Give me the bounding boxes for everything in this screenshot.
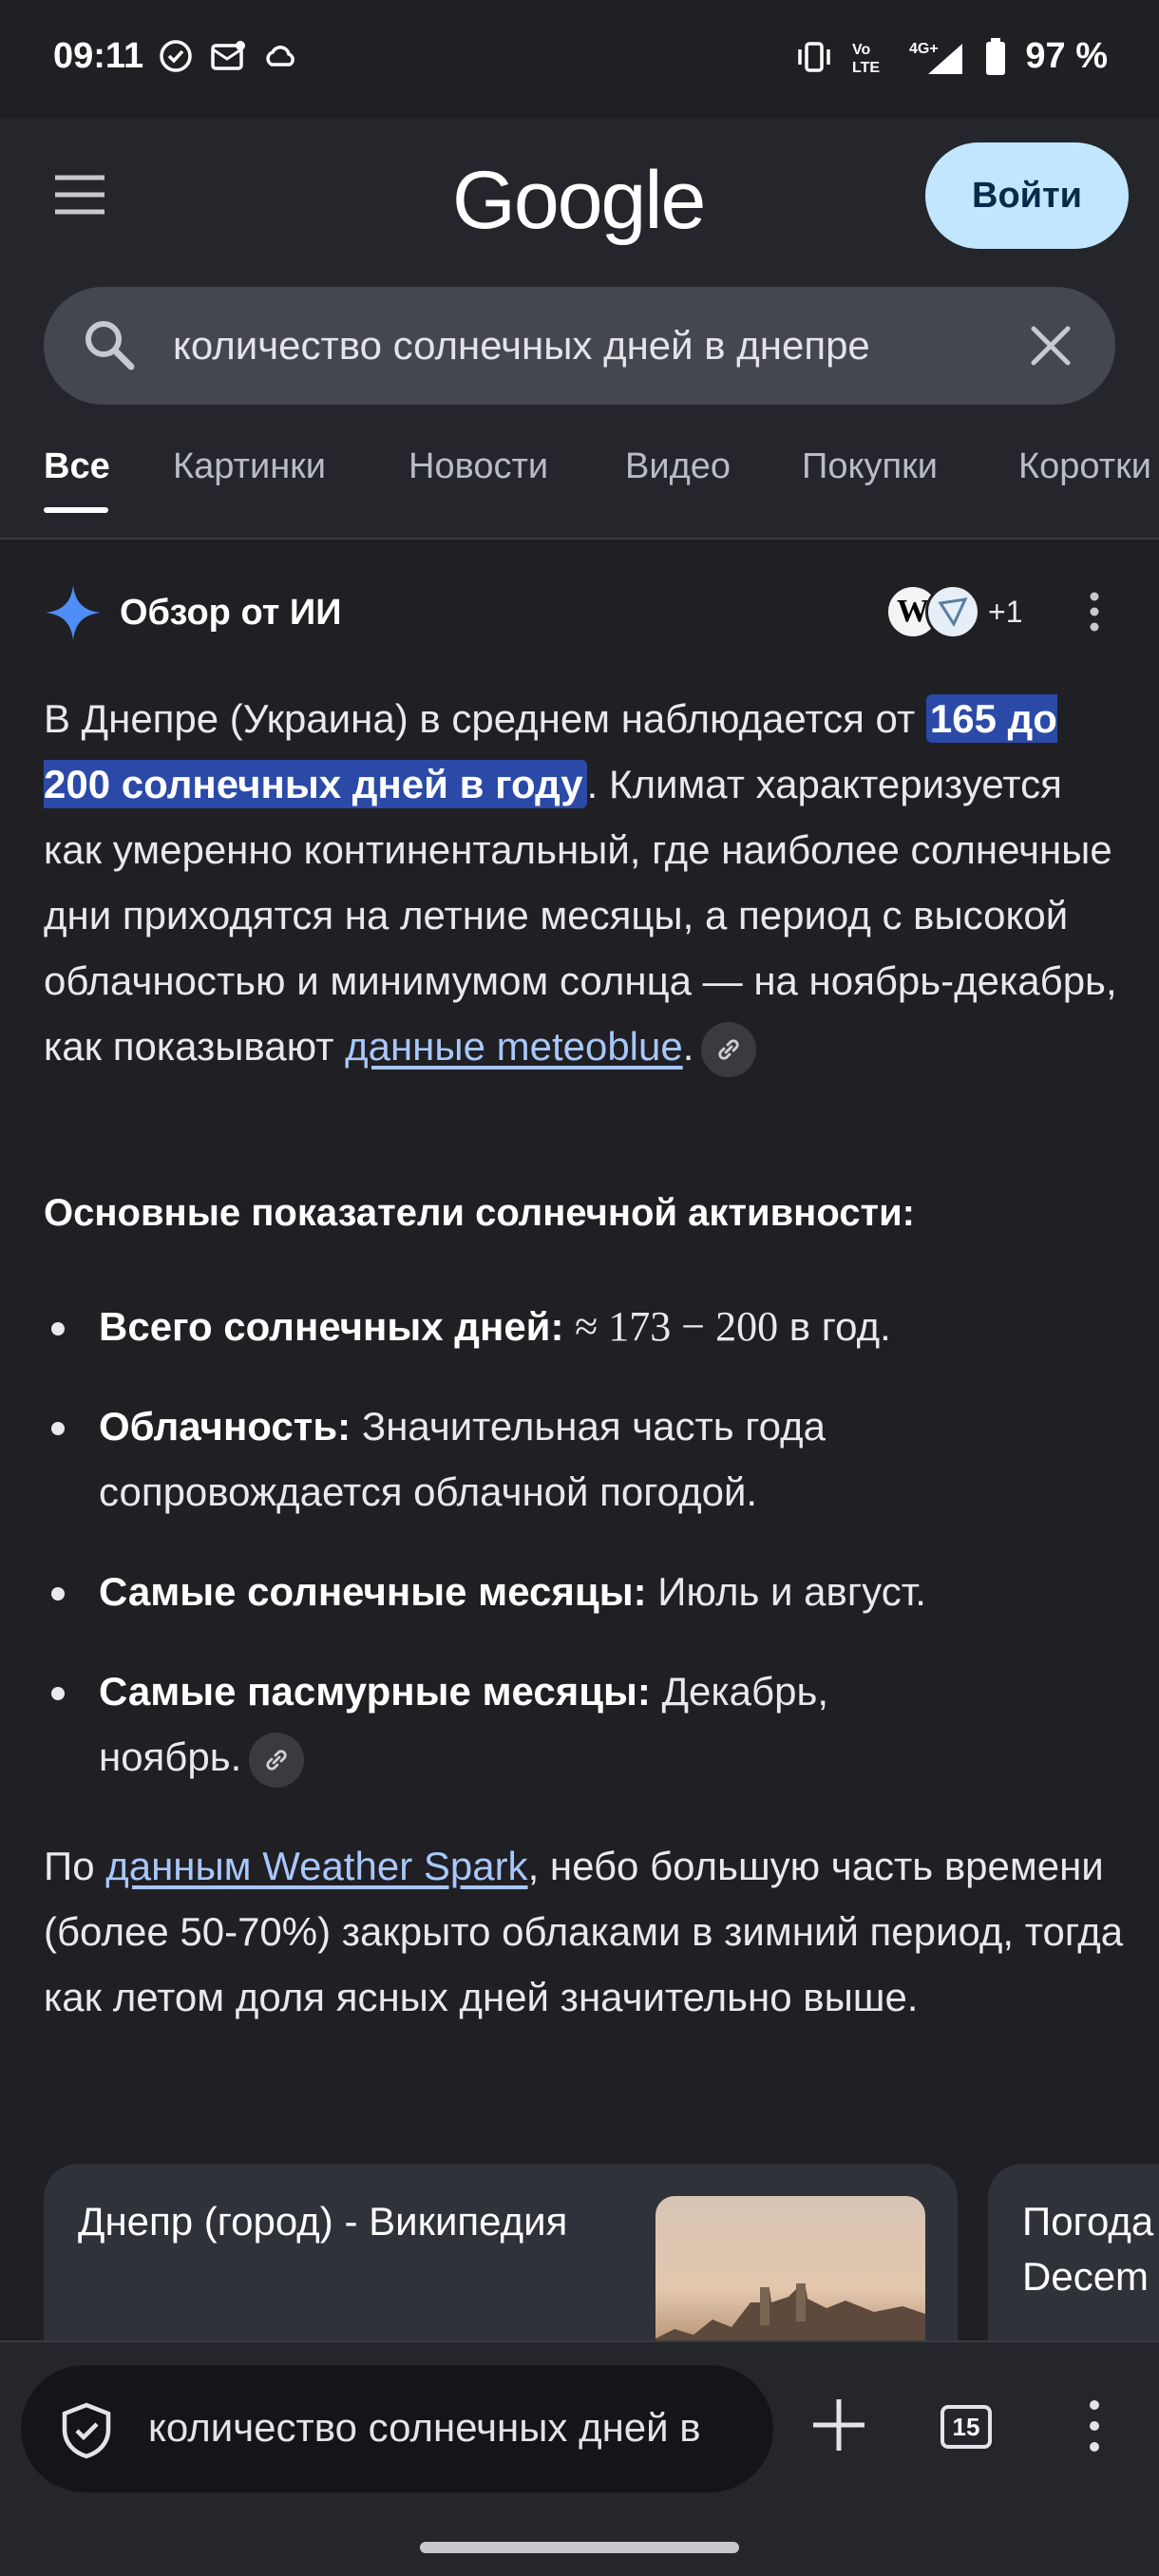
browser-menu-icon[interactable] — [1087, 2397, 1102, 2454]
cloud-icon — [266, 46, 294, 66]
bullet-dot — [51, 1587, 65, 1601]
google-logo[interactable]: Google — [452, 154, 706, 248]
para2-text: По — [44, 1844, 106, 1888]
link-icon[interactable] — [249, 1732, 305, 1788]
volte-icon: Vo LTE — [852, 42, 880, 76]
meteoblue-link[interactable]: данные meteoblue — [345, 1024, 683, 1069]
bullet-dot — [51, 1687, 65, 1700]
browser-bottom-bar: количество солнечных дней в 15 — [0, 2340, 1159, 2576]
source-card-weather[interactable]: Погода Decem — [988, 2164, 1159, 2340]
clear-icon[interactable] — [1028, 323, 1074, 369]
search-box[interactable]: количество солнечных дней в днепре — [44, 287, 1115, 405]
weather-source-icon — [925, 584, 980, 639]
source-cards: Днепр (город) - Википедия Погода Decem — [44, 2164, 1159, 2340]
list-item: Облачность: Значительная часть года сопр… — [44, 1393, 1127, 1525]
bullet-dot — [51, 1422, 65, 1435]
source-card-wikipedia[interactable]: Днепр (город) - Википедия — [44, 2164, 958, 2340]
intro-text: В Днепре (Украина) в среднем наблюдается… — [44, 696, 926, 741]
item-label: Всего солнечных дней: — [99, 1304, 564, 1349]
list-item: Самые пасмурные месяцы: Декабрь, ноябрь. — [44, 1658, 899, 1790]
svg-text:LTE: LTE — [852, 60, 880, 76]
item-label: Самые пасмурные месяцы: — [99, 1669, 651, 1714]
more-sources-count: +1 — [988, 594, 1023, 629]
status-system-icons: Vo LTE 4G+ 97 % — [795, 36, 1108, 77]
vibrate-icon — [798, 41, 831, 72]
signal-4g-icon: 4G+ — [909, 41, 963, 74]
card-title: Днепр (город) - Википедия — [78, 2199, 568, 2244]
item-text: Июль и август. — [646, 1569, 926, 1614]
search-tabs: Все Картинки Новости Видео Покупки Корот… — [0, 446, 1159, 538]
menu-icon[interactable] — [53, 174, 106, 216]
bullet-dot — [51, 1322, 65, 1335]
link-icon[interactable] — [701, 1021, 757, 1077]
more-options-icon[interactable] — [1087, 591, 1102, 633]
header-divider — [0, 538, 1159, 540]
svg-text:Vo: Vo — [852, 42, 870, 58]
item-text: в год. — [778, 1304, 891, 1349]
ai-sources[interactable]: W +1 — [885, 583, 1022, 640]
status-bar: 09:11 Vo LTE 4G+ 97 % — [0, 0, 1159, 118]
list-item: Самые солнечные месяцы: Июль и август. — [44, 1559, 1127, 1624]
battery-icon — [986, 37, 1006, 75]
new-tab-icon[interactable] — [808, 2394, 870, 2456]
tab-shorts[interactable]: Коротки — [1018, 446, 1151, 487]
tab-shopping[interactable]: Покупки — [802, 446, 938, 487]
ai-overview-header: Обзор от ИИ W +1 — [44, 583, 1117, 640]
tab-videos[interactable]: Видео — [625, 446, 731, 487]
tab-switcher-button[interactable]: 15 — [940, 2405, 992, 2449]
gesture-nav-handle[interactable] — [420, 2542, 739, 2553]
shield-check-icon[interactable] — [59, 2401, 114, 2460]
address-bar-text[interactable]: количество солнечных дней в — [148, 2405, 737, 2451]
mail-icon — [211, 41, 245, 70]
tab-images[interactable]: Картинки — [173, 446, 326, 487]
status-time: 09:11 — [53, 36, 144, 76]
intro-end: . — [682, 1024, 694, 1069]
tab-all[interactable]: Все — [44, 446, 110, 487]
section-subheading: Основные показатели солнечной активности… — [44, 1192, 915, 1234]
item-label: Облачность: — [99, 1404, 352, 1449]
address-bar[interactable]: количество солнечных дней в — [21, 2365, 773, 2492]
tab-news[interactable]: Новости — [408, 446, 548, 487]
svg-text:4G+: 4G+ — [909, 41, 939, 57]
ai-overview-paragraph-2: По данным Weather Spark, небо большую ча… — [44, 1833, 1127, 2030]
weather-spark-link[interactable]: данным Weather Spark — [105, 1844, 527, 1888]
battery-percent: 97 % — [1025, 36, 1108, 76]
active-tab-indicator — [44, 507, 108, 513]
sign-in-button[interactable]: Войти — [925, 142, 1129, 249]
status-notification-icons — [158, 38, 300, 74]
search-input[interactable]: количество солнечных дней в днепре — [173, 323, 999, 369]
ai-overview-intro: В Днепре (Украина) в среднем наблюдается… — [44, 686, 1127, 1079]
gemini-sparkle-icon — [46, 585, 101, 640]
item-label: Самые солнечные месяцы: — [99, 1569, 647, 1614]
check-circle-icon — [160, 40, 192, 72]
math-range: ≈ 173 − 200 — [575, 1303, 779, 1350]
list-item: Всего солнечных дней: ≈ 173 − 200 в год. — [44, 1294, 1127, 1359]
search-icon — [86, 321, 135, 370]
ai-overview-title: Обзор от ИИ — [120, 593, 342, 633]
card-title: Погода Decem — [1022, 2199, 1154, 2299]
city-thumbnail — [656, 2196, 925, 2340]
